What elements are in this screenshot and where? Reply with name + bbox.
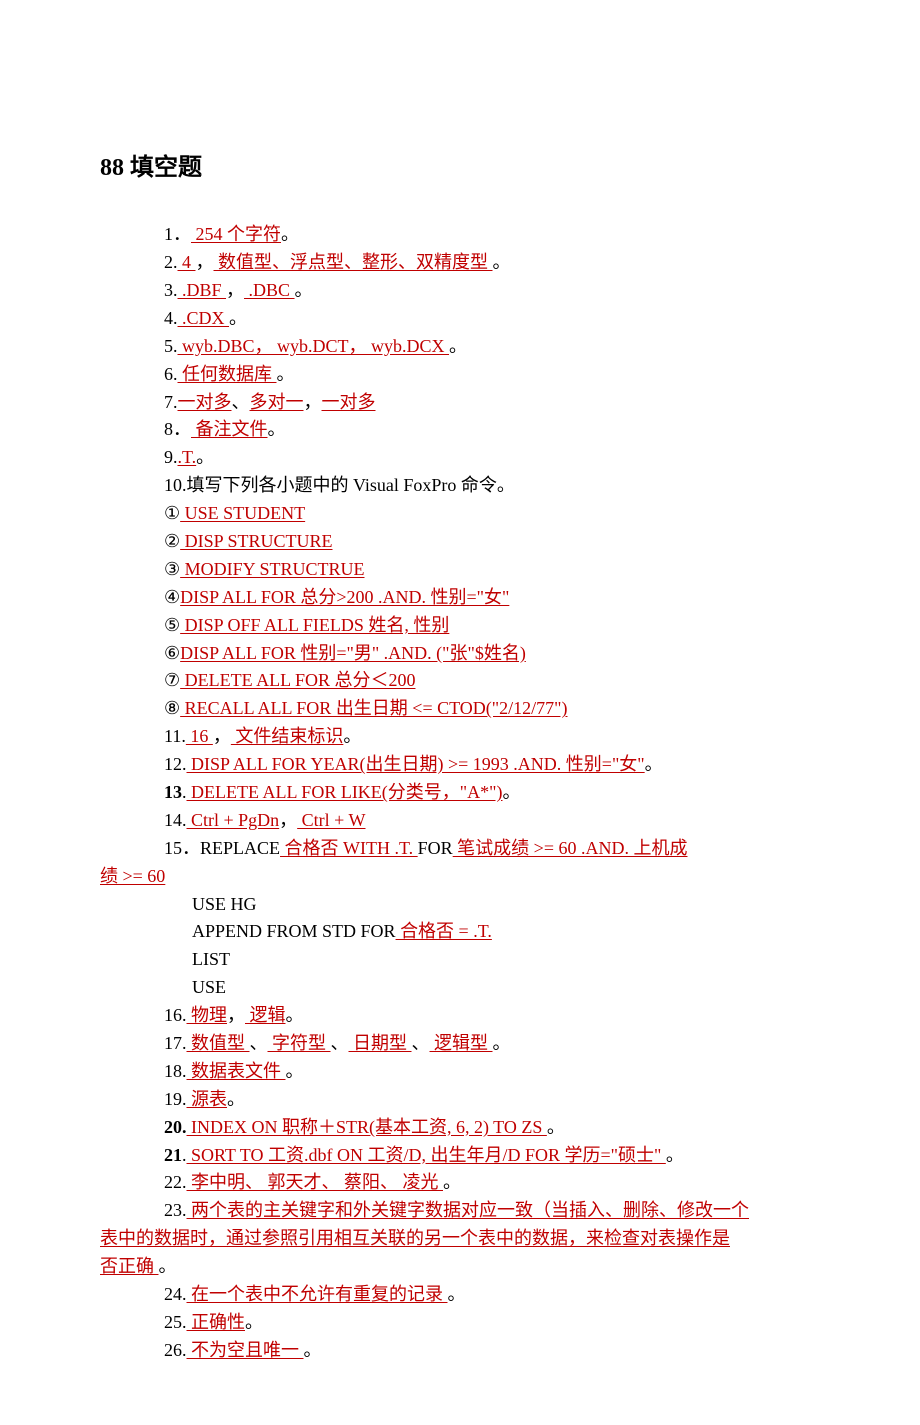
item-19: 19. 源表。	[164, 1086, 820, 1114]
item-18: 18. 数据表文件 。	[164, 1058, 820, 1086]
item-20: 20. INDEX ON 职称＋STR(基本工资, 6, 2) TO ZS 。	[164, 1114, 820, 1142]
item-17: 17. 数值型 、 字符型 、 日期型 、 逻辑型 。	[164, 1030, 820, 1058]
item-10: 10.填写下列各小题中的 Visual FoxPro 命令。	[164, 472, 820, 500]
item-10-5: ⑤ DISP OFF ALL FIELDS 姓名, 性别	[164, 612, 820, 640]
item-9: 9..T.。	[164, 444, 820, 472]
page-title: 88 填空题	[100, 150, 820, 187]
item-10-7: ⑦ DELETE ALL FOR 总分＜200	[164, 667, 820, 695]
item-26: 26. 不为空且唯一 。	[164, 1337, 820, 1365]
item-15-cont: 绩 >= 60	[100, 863, 820, 891]
item-3: 3. .DBF ， .DBC 。	[164, 277, 820, 305]
item-22: 22. 李中明、 郭天才、 蔡阳、 凌光 。	[164, 1169, 820, 1197]
question-list: 1． 254 个字符。 2. 4 ， 数值型、浮点型、整形、双精度型 。 3. …	[100, 221, 820, 1365]
item-8: 8． 备注文件。	[164, 416, 820, 444]
item-4: 4. .CDX 。	[164, 305, 820, 333]
item-23: 23. 两个表的主关键字和外关键字数据对应一致（当插入、删除、修改一个	[164, 1197, 820, 1225]
item-1: 1． 254 个字符。	[164, 221, 820, 249]
item-10-4: ④DISP ALL FOR 总分>200 .AND. 性别="女"	[164, 584, 820, 612]
code-line: USE HG	[192, 891, 820, 919]
item-23-cont: 表中的数据时，通过参照引用相互关联的另一个表中的数据，来检查对表操作是	[100, 1225, 820, 1253]
item-11: 11. 16 ， 文件结束标识。	[164, 723, 820, 751]
item-12: 12. DISP ALL FOR YEAR(出生日期) >= 1993 .AND…	[164, 751, 820, 779]
item-2: 2. 4 ， 数值型、浮点型、整形、双精度型 。	[164, 249, 820, 277]
item-10-1: ① USE STUDENT	[164, 500, 820, 528]
item-6: 6. 任何数据库 。	[164, 361, 820, 389]
item-14: 14. Ctrl + PgDn， Ctrl + W	[164, 807, 820, 835]
item-10-2: ② DISP STRUCTURE	[164, 528, 820, 556]
item-10-3: ③ MODIFY STRUCTRUE	[164, 556, 820, 584]
item-16: 16. 物理， 逻辑。	[164, 1002, 820, 1030]
item-10-6: ⑥DISP ALL FOR 性别="男" .AND. ("张"$姓名)	[164, 640, 820, 668]
item-25: 25. 正确性。	[164, 1309, 820, 1337]
code-line: LIST	[192, 946, 820, 974]
code-line: USE	[192, 974, 820, 1002]
item-7: 7.一对多、多对一，一对多	[164, 389, 820, 417]
item-21: 21. SORT TO 工资.dbf ON 工资/D, 出生年月/D FOR 学…	[164, 1142, 820, 1170]
code-line: APPEND FROM STD FOR 合格否 = .T.	[192, 918, 820, 946]
item-24: 24. 在一个表中不允许有重复的记录 。	[164, 1281, 820, 1309]
item-15-code: USE HG APPEND FROM STD FOR 合格否 = .T. LIS…	[164, 891, 820, 1003]
item-13: 13. DELETE ALL FOR LIKE(分类号，"A*")。	[164, 779, 820, 807]
item-10-8: ⑧ RECALL ALL FOR 出生日期 <= CTOD("2/12/77")	[164, 695, 820, 723]
item-5: 5. wyb.DBC， wyb.DCT， wyb.DCX 。	[164, 333, 820, 361]
item-15: 15．REPLACE 合格否 WITH .T. FOR 笔试成绩 >= 60 .…	[164, 835, 820, 863]
item-23-cont2: 否正确 。	[100, 1253, 820, 1281]
